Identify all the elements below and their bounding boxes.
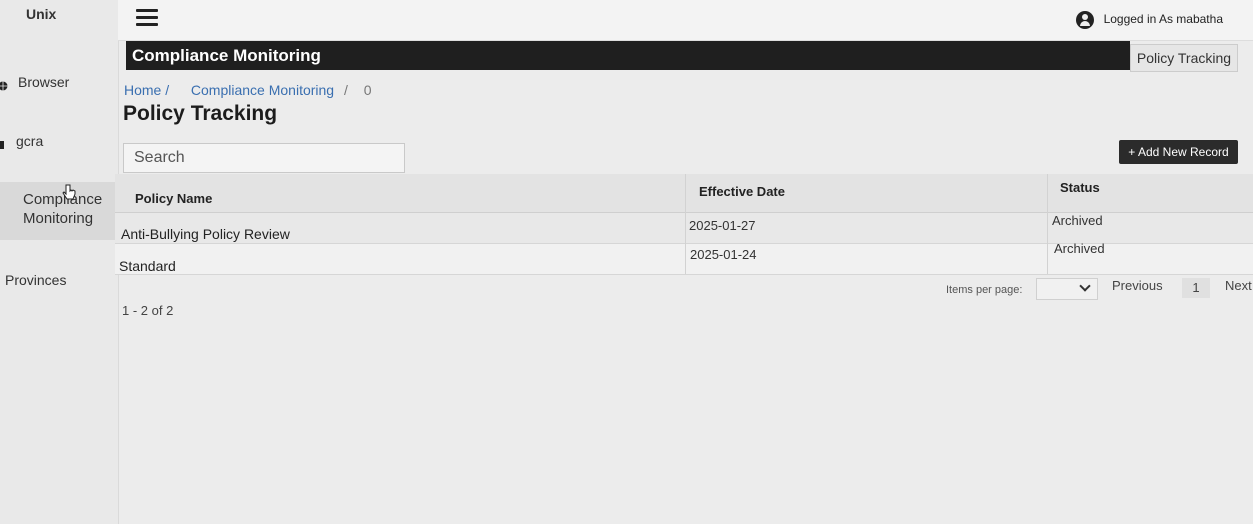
table-row[interactable]: Standard 2025-01-24 Archived xyxy=(115,241,1253,275)
user-icon xyxy=(1075,11,1094,29)
section-header: Compliance Monitoring xyxy=(126,41,1130,70)
breadcrumb: Home / Compliance Monitoring / 0 xyxy=(124,82,372,98)
sidebar: Unix Browser gcra Compliance Monitoring … xyxy=(0,0,119,524)
breadcrumb-home[interactable]: Home / xyxy=(124,82,169,98)
chevron-down-icon xyxy=(1079,280,1091,292)
cell-effective-date: 2025-01-27 xyxy=(689,218,756,233)
user-label: Logged in As mabatha xyxy=(1103,12,1223,27)
section-title: Compliance Monitoring xyxy=(132,46,321,65)
breadcrumb-separator: / xyxy=(343,82,348,98)
current-page-number[interactable]: 1 xyxy=(1182,278,1210,298)
tab-policy-tracking[interactable]: Policy Tracking xyxy=(1130,44,1238,72)
page-title: Policy Tracking xyxy=(123,102,278,125)
next-page-button[interactable]: Next xyxy=(1225,278,1252,293)
menu-icon[interactable] xyxy=(136,9,158,27)
column-divider xyxy=(685,174,686,274)
column-header-status[interactable]: Status xyxy=(1060,180,1100,195)
user-status[interactable]: Logged in As mabatha xyxy=(1075,11,1223,29)
previous-page-button[interactable]: Previous xyxy=(1112,278,1163,293)
breadcrumb-compliance-monitoring[interactable]: Compliance Monitoring xyxy=(191,82,334,98)
column-header-effective-date[interactable]: Effective Date xyxy=(699,184,785,199)
cell-effective-date: 2025-01-24 xyxy=(690,247,757,262)
search-input[interactable] xyxy=(123,143,405,173)
globe-icon xyxy=(0,78,8,91)
items-per-page-select[interactable] xyxy=(1036,278,1098,300)
table-header: Policy Name Effective Date Status xyxy=(115,174,1253,213)
sidebar-item-label-line2: Monitoring xyxy=(23,210,94,227)
cell-status: Archived xyxy=(1052,213,1103,228)
document-icon xyxy=(0,137,6,150)
brand-label: Unix xyxy=(26,6,57,22)
record-count: 1 - 2 of 2 xyxy=(122,303,174,318)
table-row[interactable]: Anti-Bullying Policy Review 2025-01-27 A… xyxy=(115,213,1253,244)
top-bar: Logged in As mabatha xyxy=(118,0,1253,41)
column-divider xyxy=(1047,174,1048,274)
sidebar-item-browser[interactable]: Browser xyxy=(0,74,70,91)
sidebar-item-label: Browser xyxy=(18,74,70,90)
policy-table: Policy Name Effective Date Status Anti-B… xyxy=(115,174,1253,284)
breadcrumb-current: 0 xyxy=(363,82,372,98)
hand-cursor-icon xyxy=(62,184,76,200)
cell-policy-name: Anti-Bullying Policy Review xyxy=(121,226,290,242)
sidebar-item-label: Provinces xyxy=(5,272,67,288)
sidebar-item-gcra[interactable]: gcra xyxy=(0,133,44,150)
cell-policy-name: Standard xyxy=(119,258,176,274)
sidebar-item-label: gcra xyxy=(16,133,44,149)
add-new-record-button[interactable]: + Add New Record xyxy=(1119,140,1238,164)
items-per-page-label: Items per page: xyxy=(946,284,1023,296)
sidebar-item-provinces[interactable]: Provinces xyxy=(5,272,66,288)
sidebar-item-compliance-monitoring[interactable]: Compliance Monitoring xyxy=(0,182,118,240)
cell-status: Archived xyxy=(1054,241,1105,256)
column-header-policy-name[interactable]: Policy Name xyxy=(135,191,212,206)
